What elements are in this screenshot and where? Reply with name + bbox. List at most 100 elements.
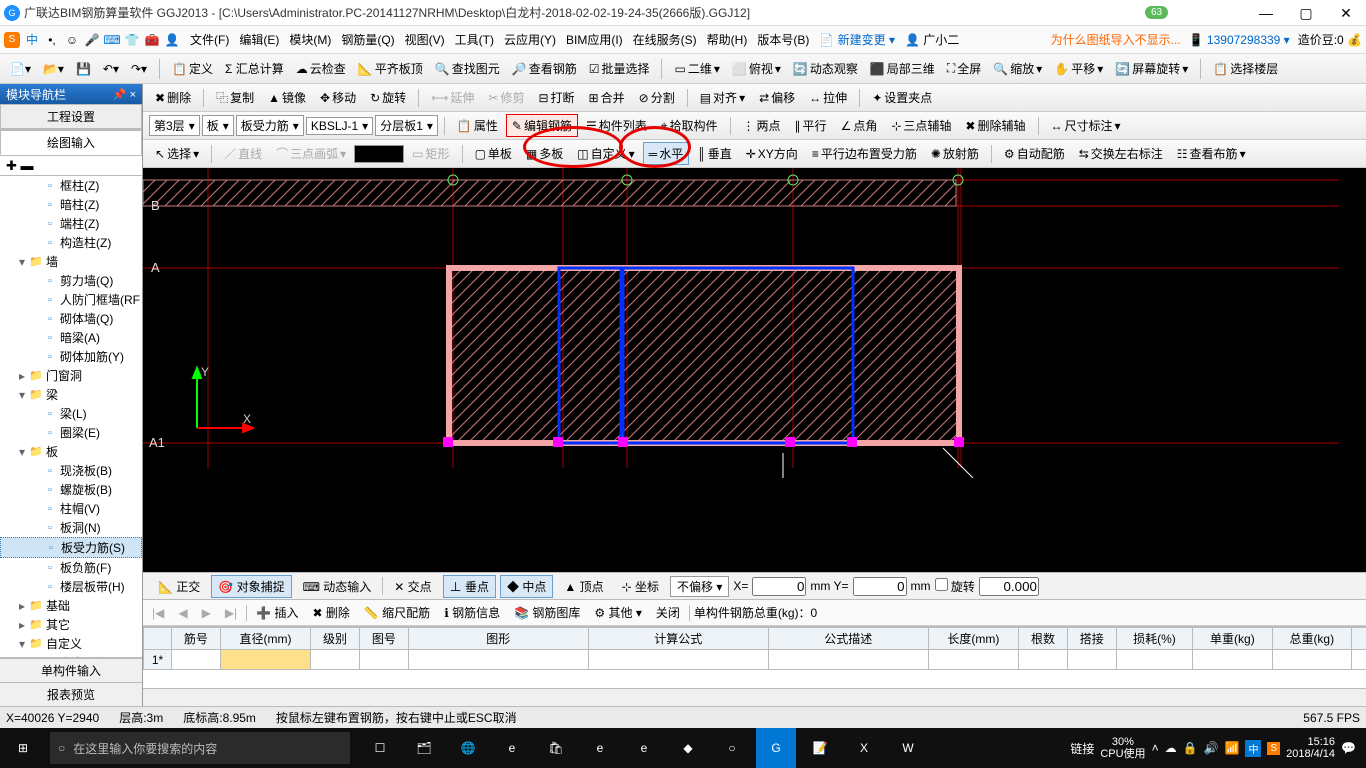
- local3d-button[interactable]: ⬛ 局部三维: [866, 58, 939, 79]
- tray-actioncenter-icon[interactable]: 💬: [1341, 741, 1356, 755]
- single-comp-input-button[interactable]: 单构件输入: [0, 658, 142, 682]
- grid-cell[interactable]: [311, 650, 360, 670]
- twopt-button[interactable]: ⋮ 两点: [737, 114, 787, 137]
- close-button[interactable]: ✕: [1326, 0, 1366, 26]
- tray-ime-cn[interactable]: 中: [1245, 740, 1261, 757]
- radial-button[interactable]: ✺ 放射筋: [925, 142, 985, 165]
- tree-item[interactable]: ▫暗梁(A): [0, 328, 142, 347]
- tree-item[interactable]: ▫暗柱(Z): [0, 195, 142, 214]
- tree-item[interactable]: ▫螺旋板(B): [0, 480, 142, 499]
- tree-item[interactable]: ▫人防门框墙(RF: [0, 290, 142, 309]
- grid-cell[interactable]: [1067, 650, 1116, 670]
- tree-item[interactable]: ▫构造柱(Z): [0, 233, 142, 252]
- coord-snap[interactable]: ⊹ 坐标: [615, 575, 666, 598]
- col-header[interactable]: 级别: [311, 628, 360, 650]
- ptang-button[interactable]: ∠ 点角: [835, 114, 884, 137]
- delete-row-button[interactable]: ✖ 删除: [307, 602, 354, 623]
- grid-cell[interactable]: [1351, 650, 1366, 670]
- drawing-canvas[interactable]: Y X B A A1: [143, 168, 1366, 572]
- grid-cell[interactable]: [928, 650, 1018, 670]
- col-header[interactable]: 总重(kg): [1272, 628, 1351, 650]
- define-button[interactable]: 📋 定义: [168, 58, 217, 79]
- tree-item[interactable]: ▸📁门窗洞: [0, 366, 142, 385]
- tree-item[interactable]: ▾📁自定义: [0, 634, 142, 653]
- tray-link[interactable]: 链接: [1070, 740, 1094, 757]
- grid-cell[interactable]: [1019, 650, 1068, 670]
- 2d-button[interactable]: ▭ 二维 ▾: [670, 58, 723, 79]
- viewlayout-button[interactable]: ☷ 查看布筋 ▾: [1171, 142, 1252, 165]
- browser1-icon[interactable]: 🌐: [448, 728, 488, 768]
- select-button[interactable]: ↖ 选择 ▾: [149, 142, 205, 165]
- mid-snap[interactable]: ◆ 中点: [500, 575, 553, 598]
- dyninput-toggle[interactable]: ⌨ 动态输入: [296, 575, 379, 598]
- code-combo[interactable]: KBSLJ-1 ▾: [306, 117, 373, 135]
- app1-icon[interactable]: ◆: [668, 728, 708, 768]
- editrebar-button[interactable]: ✎ 编辑钢筋: [506, 114, 578, 137]
- excel-icon[interactable]: X: [844, 728, 884, 768]
- menu-edit[interactable]: 编辑(E): [235, 29, 283, 50]
- report-preview-button[interactable]: 报表预览: [0, 682, 142, 706]
- pin-icon[interactable]: 📌 ×: [113, 88, 136, 101]
- col-header[interactable]: 钢筋归类: [1351, 628, 1366, 650]
- tree-item[interactable]: ▫梁(L): [0, 404, 142, 423]
- tree-item[interactable]: ▾📁墙: [0, 252, 142, 271]
- col-header[interactable]: 损耗(%): [1116, 628, 1192, 650]
- grid-cell[interactable]: [588, 650, 768, 670]
- offset-mode-combo[interactable]: 不偏移 ▾: [670, 576, 729, 597]
- subcomp-combo[interactable]: 板受力筋 ▾: [236, 115, 304, 136]
- close-grid-button[interactable]: 关闭: [651, 602, 685, 623]
- copy-button[interactable]: ⿻ 复制: [210, 86, 260, 109]
- taskview-icon[interactable]: ☐: [360, 728, 400, 768]
- grid-hscroll[interactable]: [143, 688, 1366, 706]
- tray-cloud-icon[interactable]: ☁: [1165, 741, 1177, 755]
- tab-project-settings[interactable]: 工程设置: [0, 104, 142, 129]
- swaplr-button[interactable]: ⇆ 交换左右标注: [1073, 142, 1169, 165]
- xy-button[interactable]: ✛ XY方向: [740, 142, 804, 165]
- rot-checkbox[interactable]: 旋转: [935, 578, 975, 595]
- pickcomp-button[interactable]: ⌖ 拾取构件: [655, 114, 724, 137]
- layer-combo[interactable]: 分层板1 ▾: [375, 115, 438, 136]
- col-header[interactable]: 筋号: [172, 628, 221, 650]
- tree-item[interactable]: ▫板负筋(F): [0, 558, 142, 577]
- ggj-icon[interactable]: G: [756, 728, 796, 768]
- flatten-button[interactable]: 📐 平齐板顶: [354, 58, 427, 79]
- threeaux-button[interactable]: ⊹ 三点辅轴: [885, 114, 957, 137]
- objsnap-toggle[interactable]: 🎯 对象捕捉: [211, 575, 291, 598]
- app2-icon[interactable]: ○: [712, 728, 752, 768]
- offset-button[interactable]: ⇄ 偏移: [753, 86, 801, 109]
- maximize-button[interactable]: ▢: [1286, 0, 1326, 26]
- edge2-icon[interactable]: e: [580, 728, 620, 768]
- store-icon[interactable]: 🛍: [536, 728, 576, 768]
- save-button[interactable]: 💾: [72, 60, 95, 78]
- x-input[interactable]: [752, 577, 806, 596]
- tray-up-icon[interactable]: ˄: [1152, 741, 1159, 755]
- scrrot-button[interactable]: 🔄 屏幕旋转 ▾: [1111, 58, 1192, 79]
- col-header[interactable]: 搭接: [1067, 628, 1116, 650]
- notes-icon[interactable]: 📝: [800, 728, 840, 768]
- grid-cell[interactable]: 1*: [144, 650, 172, 670]
- perp-snap[interactable]: ⊥ 垂点: [443, 575, 496, 598]
- redo-button[interactable]: ↷▾: [127, 60, 151, 78]
- findgraph-button[interactable]: 🔍 查找图元: [431, 58, 504, 79]
- tree-item[interactable]: ▫柱帽(V): [0, 499, 142, 518]
- minimize-button[interactable]: —: [1246, 0, 1286, 26]
- comp-combo[interactable]: 板 ▾: [202, 115, 234, 136]
- menu-module[interactable]: 模块(M): [285, 29, 335, 50]
- linestyle-combo[interactable]: ▾: [354, 145, 404, 163]
- single-board-button[interactable]: ▢ 单板: [469, 142, 518, 165]
- ime-skin-icon[interactable]: 👕: [124, 32, 140, 48]
- col-header[interactable]: 根数: [1019, 628, 1068, 650]
- custom-button[interactable]: ◫ 自定义 ▾: [571, 142, 640, 165]
- sogou-icon[interactable]: S: [4, 32, 20, 48]
- parallel-button[interactable]: ∥ 平行: [789, 114, 833, 137]
- menu-file[interactable]: 文件(F): [186, 29, 233, 50]
- new-button[interactable]: 📄▾: [6, 60, 35, 78]
- col-header[interactable]: 公式描述: [768, 628, 928, 650]
- ie-icon[interactable]: e: [624, 728, 664, 768]
- dimlbl-button[interactable]: ↔ 尺寸标注 ▾: [1045, 114, 1127, 137]
- rebarinfo-button[interactable]: ℹ 钢筋信息: [439, 602, 505, 623]
- tree-item[interactable]: ▫端柱(Z): [0, 214, 142, 233]
- move-button[interactable]: ✥ 移动: [314, 86, 362, 109]
- mirror-button[interactable]: ▲ 镜像: [262, 86, 312, 109]
- tree-item[interactable]: ▫板洞(N): [0, 518, 142, 537]
